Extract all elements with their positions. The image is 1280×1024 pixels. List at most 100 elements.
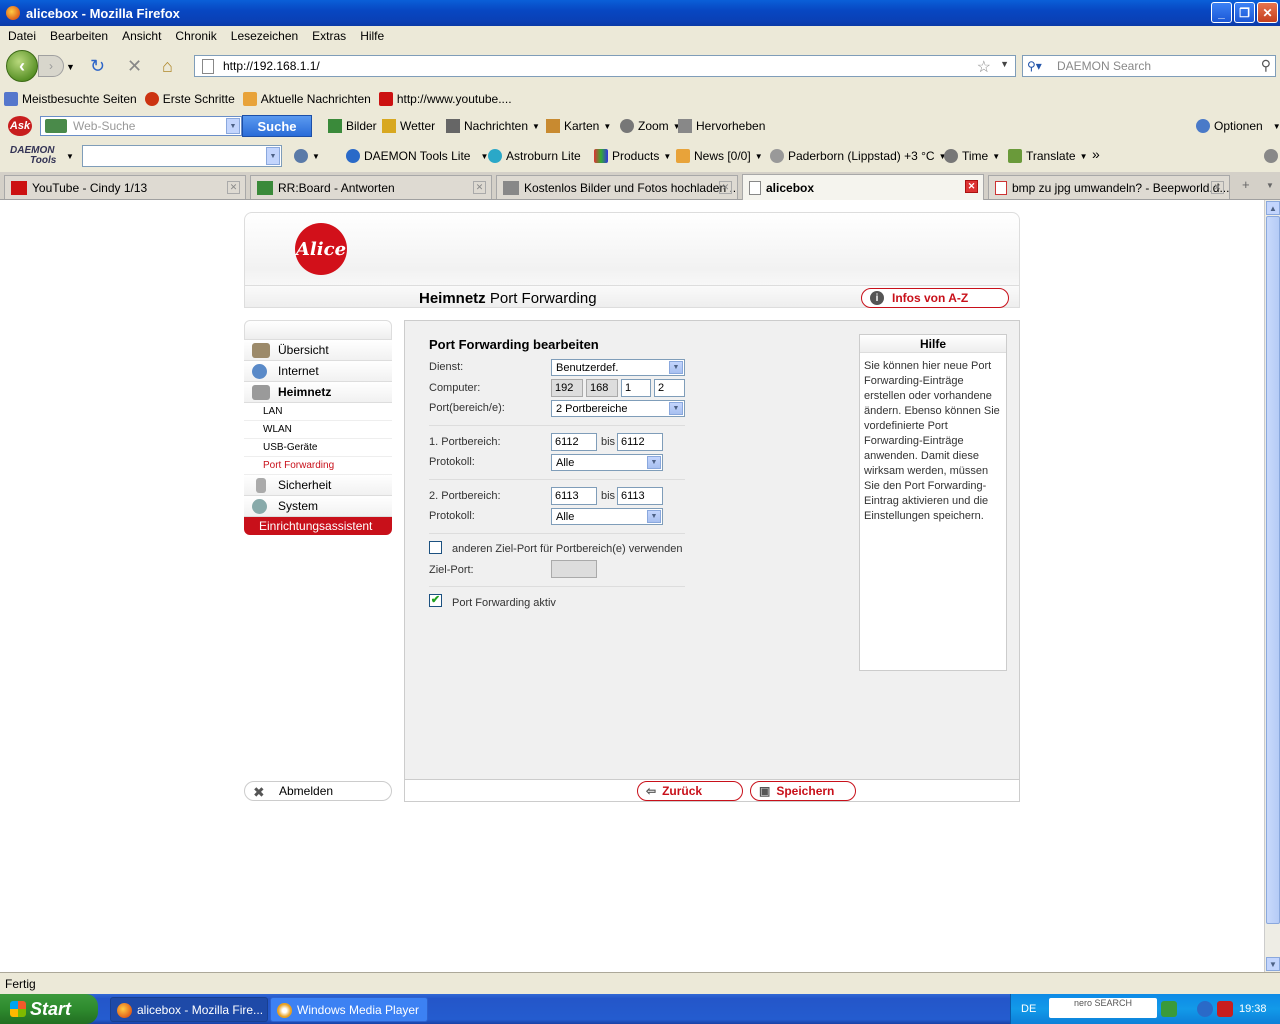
ask-images-button[interactable]: Bilder [328,119,377,133]
time-button[interactable]: Time ▼ [944,149,1000,163]
save-button[interactable]: ▣ Speichern [750,781,856,801]
daemon-menu-dropdown-icon[interactable]: ▼ [66,152,74,161]
bookmark-first-steps[interactable]: Erste Schritte [144,92,235,106]
logout-button[interactable]: ✖ Abmelden [244,781,392,801]
ask-highlight-button[interactable]: Hervorheben [678,119,765,133]
translate-button[interactable]: Translate ▼ [1008,149,1088,163]
tab-bilder-hochladen[interactable]: Kostenlos Bilder und Fotos hochladen ...… [496,175,738,199]
daemon-search-button[interactable]: ▼ [294,149,320,163]
info-a-z-button[interactable]: i Infos von A-Z [861,288,1009,308]
bookmark-most-visited[interactable]: Meistbesuchte Seiten [4,92,137,106]
vertical-scrollbar[interactable]: ▲ ▼ [1264,200,1280,972]
products-button[interactable]: Products ▼ [594,149,671,163]
home-icon[interactable]: ⌂ [162,56,173,77]
nero-search-box[interactable]: nero SEARCH [1049,998,1157,1018]
start-button[interactable]: Start [0,994,98,1024]
url-bar[interactable]: http://192.168.1.1/ ☆ ▼ [194,55,1016,77]
sidebar-subitem-port-forwarding[interactable]: Port Forwarding [244,457,392,475]
tab-rrboard[interactable]: RR:Board - Antworten ✕ [250,175,492,199]
ask-search-input[interactable]: Web-Suche ▼ [40,116,242,136]
back-button[interactable]: ‹ [6,50,38,82]
search-input[interactable]: ⚲▾ DAEMON Search ⚲ [1022,55,1276,77]
bookmark-news[interactable]: Aktuelle Nachrichten [242,92,371,106]
menu-hilfe[interactable]: Hilfe [356,29,388,43]
menu-ansicht[interactable]: Ansicht [118,29,165,43]
search-engine-icon[interactable]: ⚲▾ [1027,59,1042,73]
other-target-port-checkbox[interactable] [429,541,442,554]
sidebar-item-uebersicht[interactable]: Übersicht [244,340,392,361]
close-button[interactable]: ✕ [1257,2,1278,23]
port-ranges-select[interactable]: 2 Portbereiche ▼ [551,400,685,417]
sidebar-subitem-lan[interactable]: LAN [244,403,392,421]
stop-icon[interactable]: ✕ [127,56,142,77]
news-button[interactable]: News [0/0] ▼ [676,149,763,163]
toolbar-settings-icon[interactable] [1264,149,1278,163]
reload-icon[interactable]: ↻ [90,56,105,77]
bookmark-youtube[interactable]: http://www.youtube.... [378,92,512,106]
antivir-icon[interactable] [1217,1001,1233,1017]
tab-close-icon[interactable]: ✕ [473,181,486,194]
dienst-select[interactable]: Benutzerdef. ▼ [551,359,685,376]
sidebar-subitem-usb[interactable]: USB-Geräte [244,439,392,457]
setup-assistant-button[interactable]: Einrichtungsassistent [244,517,392,535]
menu-chronik[interactable]: Chronik [171,29,220,43]
history-dropdown-icon[interactable]: ▼ [66,62,75,72]
tab-youtube[interactable]: YouTube - Cindy 1/13 ✕ [4,175,246,199]
tab-close-icon[interactable]: ✕ [227,181,240,194]
protocol1-select[interactable]: Alle ▼ [551,454,663,471]
minimize-button[interactable]: _ [1211,2,1232,23]
ask-dropdown-icon[interactable]: ▼ [226,118,240,134]
weather-button[interactable]: Paderborn (Lippstad) +3 °C ▼ [770,149,946,163]
daemon-tools-lite-button[interactable]: DAEMON Tools Lite ▼ [346,149,488,163]
tab-list-icon[interactable]: ▼ [1266,181,1274,190]
range1-from-input[interactable]: 6112 [551,433,597,451]
tab-alicebox[interactable]: alicebox ✕ [742,174,984,200]
tab-close-icon[interactable]: ✕ [965,180,978,193]
menu-lesezeichen[interactable]: Lesezeichen [227,29,302,43]
ask-zoom-button[interactable]: Zoom ▼ [620,119,681,133]
ip-octet-4[interactable]: 2 [654,379,685,397]
scrollbar-thumb[interactable] [1266,216,1280,924]
daemon-logo[interactable]: DAEMON Tools [10,146,56,166]
sidebar-subitem-wlan[interactable]: WLAN [244,421,392,439]
ip-octet-3[interactable]: 1 [621,379,651,397]
maximize-button[interactable]: ❐ [1234,2,1255,23]
ask-search-button[interactable]: Suche [242,115,312,137]
forward-button[interactable]: › [38,55,64,77]
url-dropdown-icon[interactable]: ▼ [1000,59,1009,69]
protocol2-select[interactable]: Alle ▼ [551,508,663,525]
sidebar-item-system[interactable]: System [244,496,392,517]
range1-to-input[interactable]: 6112 [617,433,663,451]
ask-engine-icon[interactable] [45,119,67,133]
search-icon[interactable]: ⚲ [1261,57,1271,74]
tray-chevron-icon[interactable] [1197,1001,1213,1017]
tab-close-icon[interactable]: ✕ [719,181,732,194]
daemon-search-input[interactable]: ▼ [82,145,282,167]
ask-logo-icon[interactable]: Ask [8,116,32,136]
tab-close-icon[interactable]: ✕ [1211,181,1224,194]
port-forwarding-active-checkbox[interactable]: ✔ [429,594,442,607]
scroll-up-icon[interactable]: ▲ [1266,201,1280,215]
toolbar-overflow-button[interactable]: » [1092,146,1100,162]
sidebar-item-sicherheit[interactable]: Sicherheit [244,475,392,496]
ask-news-button[interactable]: Nachrichten ▼ [446,119,540,133]
language-indicator[interactable]: DE [1021,1003,1036,1015]
menu-extras[interactable]: Extras [308,29,350,43]
daemon-dropdown-icon[interactable]: ▼ [266,147,280,165]
taskbar-item-firefox[interactable]: alicebox - Mozilla Fire... [110,997,268,1022]
back-page-button[interactable]: ⇦ Zurück [637,781,743,801]
ask-weather-button[interactable]: Wetter [382,119,435,133]
range2-to-input[interactable]: 6113 [617,487,663,505]
sidebar-item-internet[interactable]: Internet [244,361,392,382]
arrow-right-icon[interactable] [1161,1001,1177,1017]
new-tab-icon[interactable]: + [1242,177,1250,192]
range2-from-input[interactable]: 6113 [551,487,597,505]
menu-datei[interactable]: Datei [4,29,40,43]
scroll-down-icon[interactable]: ▼ [1266,957,1280,971]
tab-beepworld[interactable]: bmp zu jpg umwandeln? - Beepworld.d... ✕ [988,175,1230,199]
ask-options-button[interactable]: Optionen ▼ [1196,119,1280,133]
bookmark-star-icon[interactable]: ☆ [977,57,991,77]
taskbar-item-media-player[interactable]: Windows Media Player [270,997,428,1022]
astroburn-button[interactable]: Astroburn Lite [488,149,581,163]
sidebar-item-heimnetz[interactable]: Heimnetz [244,382,392,403]
